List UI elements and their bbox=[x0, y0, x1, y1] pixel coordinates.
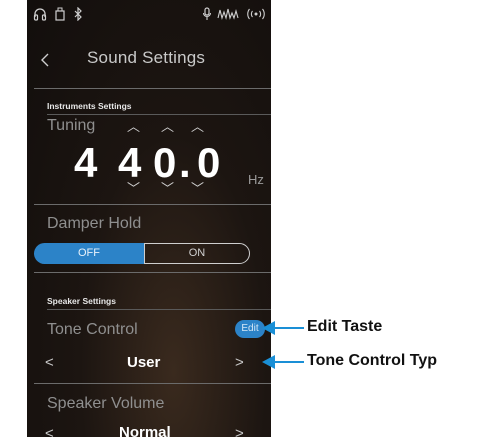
tuning-digit-2-down-button[interactable]: ﹀ bbox=[161, 182, 174, 195]
tone-control-label: Tone Control bbox=[47, 321, 138, 338]
damper-hold-label: Damper Hold bbox=[47, 215, 142, 232]
tuning-digit-1-up-button[interactable]: ︿ bbox=[127, 120, 140, 133]
divider bbox=[34, 88, 271, 89]
page-title: Sound Settings bbox=[87, 48, 206, 67]
tuning-digit: 0 bbox=[197, 139, 221, 186]
tuning-label: Tuning bbox=[47, 117, 96, 134]
divider bbox=[34, 383, 271, 384]
damper-hold-on-button[interactable]: ON bbox=[144, 243, 250, 264]
tone-control-value: User bbox=[127, 354, 161, 371]
vu-meter-icon bbox=[217, 7, 239, 21]
speaker-volume-next-button[interactable]: > bbox=[235, 426, 244, 437]
damper-hold-off-button[interactable]: OFF bbox=[34, 243, 144, 264]
speaker-volume-label: Speaker Volume bbox=[47, 395, 165, 412]
phone-screen: Sound Settings Instruments Settings Tuni… bbox=[27, 0, 271, 437]
speaker-volume-prev-button[interactable]: < bbox=[45, 426, 54, 437]
damper-hold-toggle: OFF ON bbox=[34, 243, 250, 264]
wireless-icon bbox=[246, 7, 266, 21]
back-button[interactable] bbox=[35, 44, 57, 74]
tuning-digit-3-up-button[interactable]: ︿ bbox=[191, 120, 204, 133]
tone-control-prev-button[interactable]: < bbox=[45, 355, 54, 370]
headphones-icon bbox=[33, 7, 47, 21]
divider bbox=[47, 309, 271, 310]
annotation-arrow-line bbox=[272, 327, 304, 329]
tuning-digit: 0 bbox=[153, 139, 177, 186]
tuning-digit-3-down-button[interactable]: ﹀ bbox=[191, 182, 204, 195]
tuning-unit: Hz bbox=[248, 172, 264, 187]
section-label-speaker: Speaker Settings bbox=[47, 296, 116, 306]
tuning-digit: . bbox=[179, 139, 191, 186]
section-label-instruments: Instruments Settings bbox=[47, 101, 132, 111]
divider bbox=[34, 204, 271, 205]
chevron-left-icon bbox=[41, 53, 49, 67]
speaker-volume-value: Normal bbox=[119, 424, 171, 437]
divider bbox=[47, 114, 271, 115]
bluetooth-icon bbox=[73, 7, 83, 21]
tuning-digit: 4 bbox=[118, 139, 142, 186]
tuning-digit: 4 bbox=[74, 139, 98, 186]
divider bbox=[34, 272, 271, 273]
header: Sound Settings bbox=[27, 44, 271, 74]
annotation-tone-control-typ: Tone Control Typ bbox=[307, 352, 438, 369]
tone-control-edit-button[interactable]: Edit bbox=[235, 320, 265, 338]
tone-control-next-button[interactable]: > bbox=[235, 355, 244, 370]
annotation-arrow-line bbox=[272, 361, 304, 363]
tuning-digit-1-down-button[interactable]: ﹀ bbox=[127, 182, 140, 195]
status-bar bbox=[27, 0, 271, 28]
mic-icon bbox=[202, 7, 212, 21]
usb-icon bbox=[55, 7, 65, 21]
tuning-digit-2-up-button[interactable]: ︿ bbox=[161, 120, 174, 133]
annotation-edit-taste: Edit Taste bbox=[307, 318, 383, 335]
